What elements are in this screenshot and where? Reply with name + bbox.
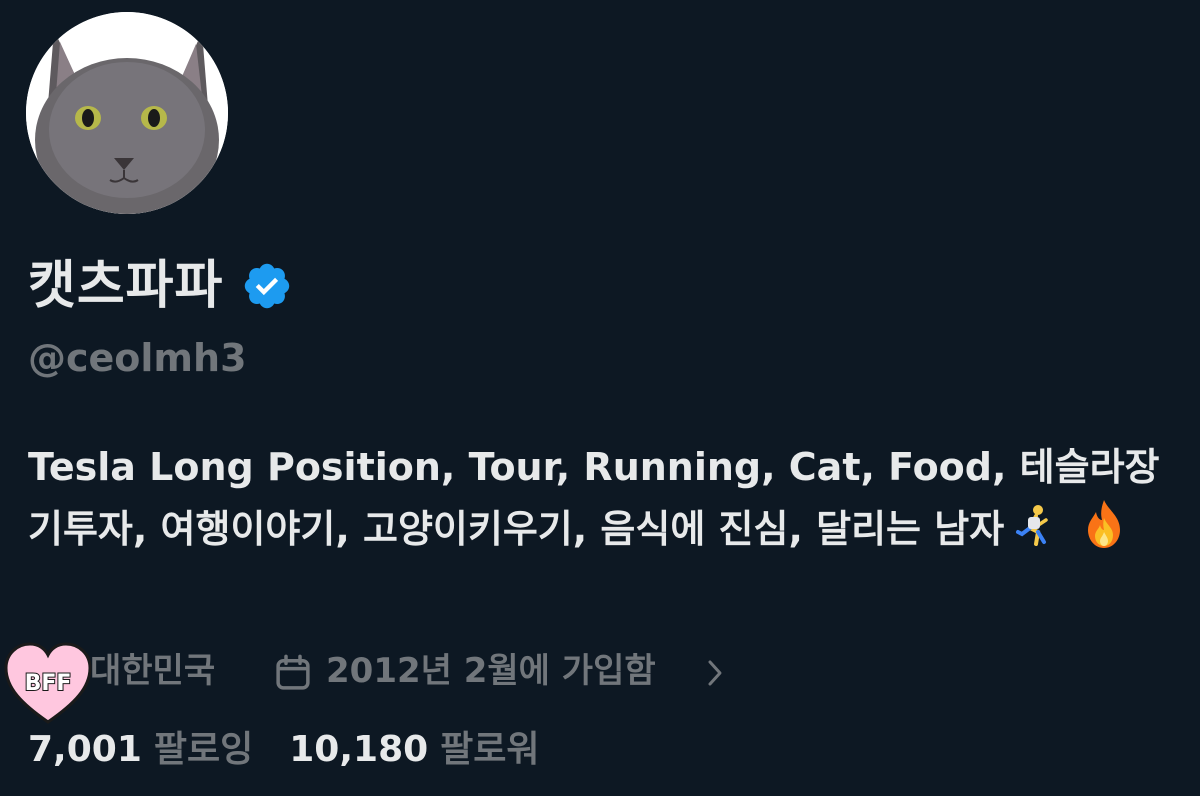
profile-bio: Tesla Long Position, Tour, Running, Cat,… [28, 436, 1178, 568]
bff-heart-sticker-icon: BFF [4, 642, 92, 724]
verified-badge-icon[interactable] [241, 260, 293, 312]
joined-date-text[interactable]: 2012년 2월에 가입함 [326, 654, 656, 688]
cat-avatar-image [26, 12, 228, 214]
profile-meta-row: BFF 대한민국 2012년 2월에 가입함 [0, 640, 900, 724]
avatar[interactable] [26, 12, 228, 214]
following-label: 팔로잉 [153, 729, 254, 770]
following-link[interactable]: 7,001 팔로잉 [28, 732, 253, 768]
display-name: 캣츠파파 [28, 256, 224, 316]
fire-icon [1078, 498, 1130, 568]
followers-link[interactable]: 10,180 팔로워 [289, 732, 539, 768]
calendar-icon [276, 654, 310, 690]
profile-handle: @ceolmh3 [28, 336, 247, 380]
followers-count: 10,180 [289, 729, 429, 770]
follow-stats: 7,001 팔로잉 10,180 팔로워 [28, 732, 576, 768]
sticker-text: BFF [25, 671, 72, 696]
followers-label: 팔로워 [440, 729, 540, 770]
runner-icon [1008, 502, 1056, 568]
chevron-right-icon[interactable] [704, 658, 726, 688]
location-text: 대한민국 [90, 651, 216, 691]
bio-text: Tesla Long Position, Tour, Running, Cat,… [28, 445, 1160, 551]
profile-name-row: 캣츠파파 [28, 250, 293, 322]
following-count: 7,001 [28, 729, 142, 770]
